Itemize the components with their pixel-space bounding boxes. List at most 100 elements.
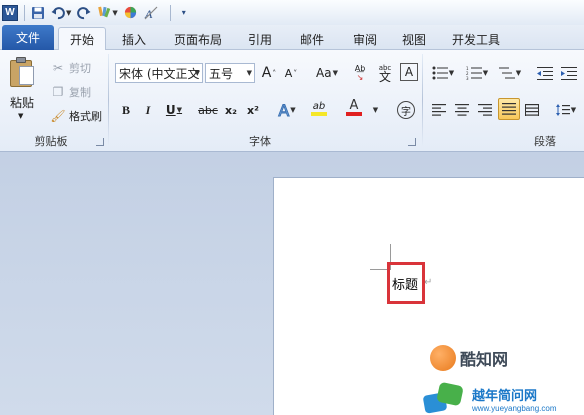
bullets-button[interactable]: ▼ [430, 63, 456, 83]
clear-formatting-button[interactable]: A͟b ↘ [350, 63, 370, 83]
align-right-button[interactable] [476, 100, 494, 120]
increase-indent-button[interactable] [560, 63, 578, 83]
distributed-icon [525, 104, 539, 116]
svg-text:3: 3 [466, 76, 469, 80]
highlight-label: ab [312, 100, 326, 112]
superscript-button[interactable]: x² [244, 100, 262, 120]
justify-icon [502, 103, 516, 115]
bold-button[interactable]: B [118, 100, 134, 120]
redo-icon[interactable] [77, 4, 91, 22]
font-family-select[interactable]: 宋体 (中文正文 ▼ [115, 63, 203, 83]
highlighter-icon[interactable]: ▼ [97, 4, 118, 22]
align-center-button[interactable] [453, 100, 471, 120]
tab-page-layout[interactable]: 页面布局 [166, 28, 230, 50]
shrink-font-button[interactable]: A ˅ [282, 63, 300, 83]
chevron-down-icon: ▼ [194, 69, 200, 77]
tab-references[interactable]: 引用 [240, 28, 280, 50]
quick-access-toolbar: W ▼ ▼ A ▾ [0, 0, 584, 25]
align-left-button[interactable] [430, 100, 448, 120]
highlight-button[interactable]: ab [305, 98, 333, 118]
font-launcher-icon[interactable] [408, 138, 416, 146]
chevron-down-icon: ▼ [246, 69, 252, 77]
bullets-icon [432, 66, 448, 80]
line-spacing-button[interactable]: ▼ [553, 100, 579, 120]
line-spacing-icon [555, 104, 570, 116]
tab-developer[interactable]: 开发工具 [444, 28, 508, 50]
font-size-value: 五号 [209, 66, 234, 81]
word-app-icon[interactable]: W [2, 4, 18, 21]
undo-icon[interactable]: ▼ [51, 4, 71, 22]
paintbrush-icon: 🖌 [50, 109, 66, 123]
clear-formatting-icon: A͟b [354, 64, 366, 73]
color-wheel-icon[interactable] [124, 4, 138, 22]
align-left-icon [432, 104, 446, 116]
font-color-button[interactable]: A [340, 98, 368, 118]
tab-mailings[interactable]: 邮件 [290, 28, 334, 50]
clear-format-icon[interactable]: A [144, 4, 158, 22]
copy-label: 复制 [69, 86, 91, 99]
clipboard-launcher-icon[interactable] [96, 138, 104, 146]
change-case-label: Aa [316, 66, 332, 80]
orange-circle-logo-icon [430, 345, 456, 371]
tab-insert[interactable]: 插入 [112, 28, 156, 50]
font-color-dropdown-icon[interactable]: ▼ [370, 100, 380, 120]
grow-font-button[interactable]: A ˄ [260, 63, 278, 83]
watermark-site-1: 酷知网 [460, 350, 509, 369]
tab-view[interactable]: 视图 [392, 28, 436, 50]
text-effects-button[interactable]: A ▼ [274, 100, 300, 120]
paste-button[interactable]: 粘贴 [10, 94, 34, 111]
justify-button[interactable] [498, 98, 520, 120]
strikethrough-button[interactable]: abc [197, 100, 219, 120]
format-painter-label: 格式刷 [69, 110, 102, 123]
blocks-logo-icon [422, 381, 468, 415]
watermark-site-2-url: www.yueyangbang.com [472, 404, 557, 413]
font-color-label: A [349, 98, 359, 113]
font-family-value: 宋体 (中文正文 [119, 66, 200, 81]
group-divider [422, 54, 423, 146]
font-size-select[interactable]: 五号 ▼ [205, 63, 255, 83]
highlighter-dropdown-icon[interactable]: ▼ [112, 9, 117, 17]
subscript-button[interactable]: x₂ [222, 100, 240, 120]
underline-button[interactable]: U ▼ [162, 100, 186, 120]
undo-dropdown-icon[interactable]: ▼ [66, 9, 71, 17]
enclose-label: 字 [397, 101, 415, 119]
save-icon[interactable] [31, 4, 45, 22]
group-label-clipboard: 剪贴板 [34, 135, 68, 148]
align-right-icon [478, 104, 492, 116]
cut-label: 剪切 [69, 62, 91, 75]
watermark-site-2: 越年简问网 [472, 389, 538, 404]
phonetic-guide-button[interactable]: abc 文 [374, 63, 396, 83]
ribbon-home: 粘贴 ▼ ✂ 剪切 ❐ 复制 🖌 格式刷 剪贴板 宋体 (中文正文 ▼ 五号 ▼… [0, 50, 584, 152]
tab-file[interactable]: 文件 [2, 25, 54, 50]
change-case-button[interactable]: Aa ▼ [313, 63, 341, 83]
watermark-logo-2: 越年简问网 www.yueyangbang.com [422, 381, 557, 415]
underline-label: U [165, 103, 176, 117]
distributed-button[interactable] [523, 100, 541, 120]
decrease-indent-button[interactable] [536, 63, 554, 83]
cut-button[interactable]: ✂ 剪切 [50, 59, 91, 77]
character-border-button[interactable]: A [400, 63, 418, 81]
customize-toolbar-icon[interactable]: ▾ [177, 4, 191, 22]
paste-icon[interactable] [10, 56, 36, 88]
watermark-logo-1: 酷知网 [430, 345, 508, 371]
toolbar-divider [24, 4, 25, 21]
highlight-annotation-box [387, 262, 425, 304]
tab-review[interactable]: 审阅 [343, 28, 387, 50]
enclose-characters-button[interactable]: 字 [396, 100, 416, 120]
numbering-button[interactable]: 1 2 3 ▼ [464, 63, 490, 83]
copy-button[interactable]: ❐ 复制 [50, 83, 91, 101]
document-area: 标题 ↵ 酷知网 越年简问网 www.yueyangbang.com [0, 152, 584, 415]
highlight-color-bar [311, 111, 327, 116]
format-painter-button[interactable]: 🖌 格式刷 [50, 107, 102, 125]
document-page[interactable]: 标题 ↵ 酷知网 越年简问网 www.yueyangbang.com [273, 177, 584, 415]
tab-home[interactable]: 开始 [58, 27, 106, 50]
multilevel-list-button[interactable]: ▼ [497, 63, 523, 83]
group-divider [108, 54, 109, 146]
decrease-indent-icon [537, 67, 553, 80]
paste-dropdown-icon[interactable]: ▼ [18, 112, 23, 120]
font-color-bar [346, 112, 362, 116]
numbering-icon: 123 [466, 66, 482, 80]
group-label-paragraph: 段落 [534, 135, 556, 148]
toolbar-divider [169, 4, 171, 21]
italic-button[interactable]: I [140, 100, 156, 120]
